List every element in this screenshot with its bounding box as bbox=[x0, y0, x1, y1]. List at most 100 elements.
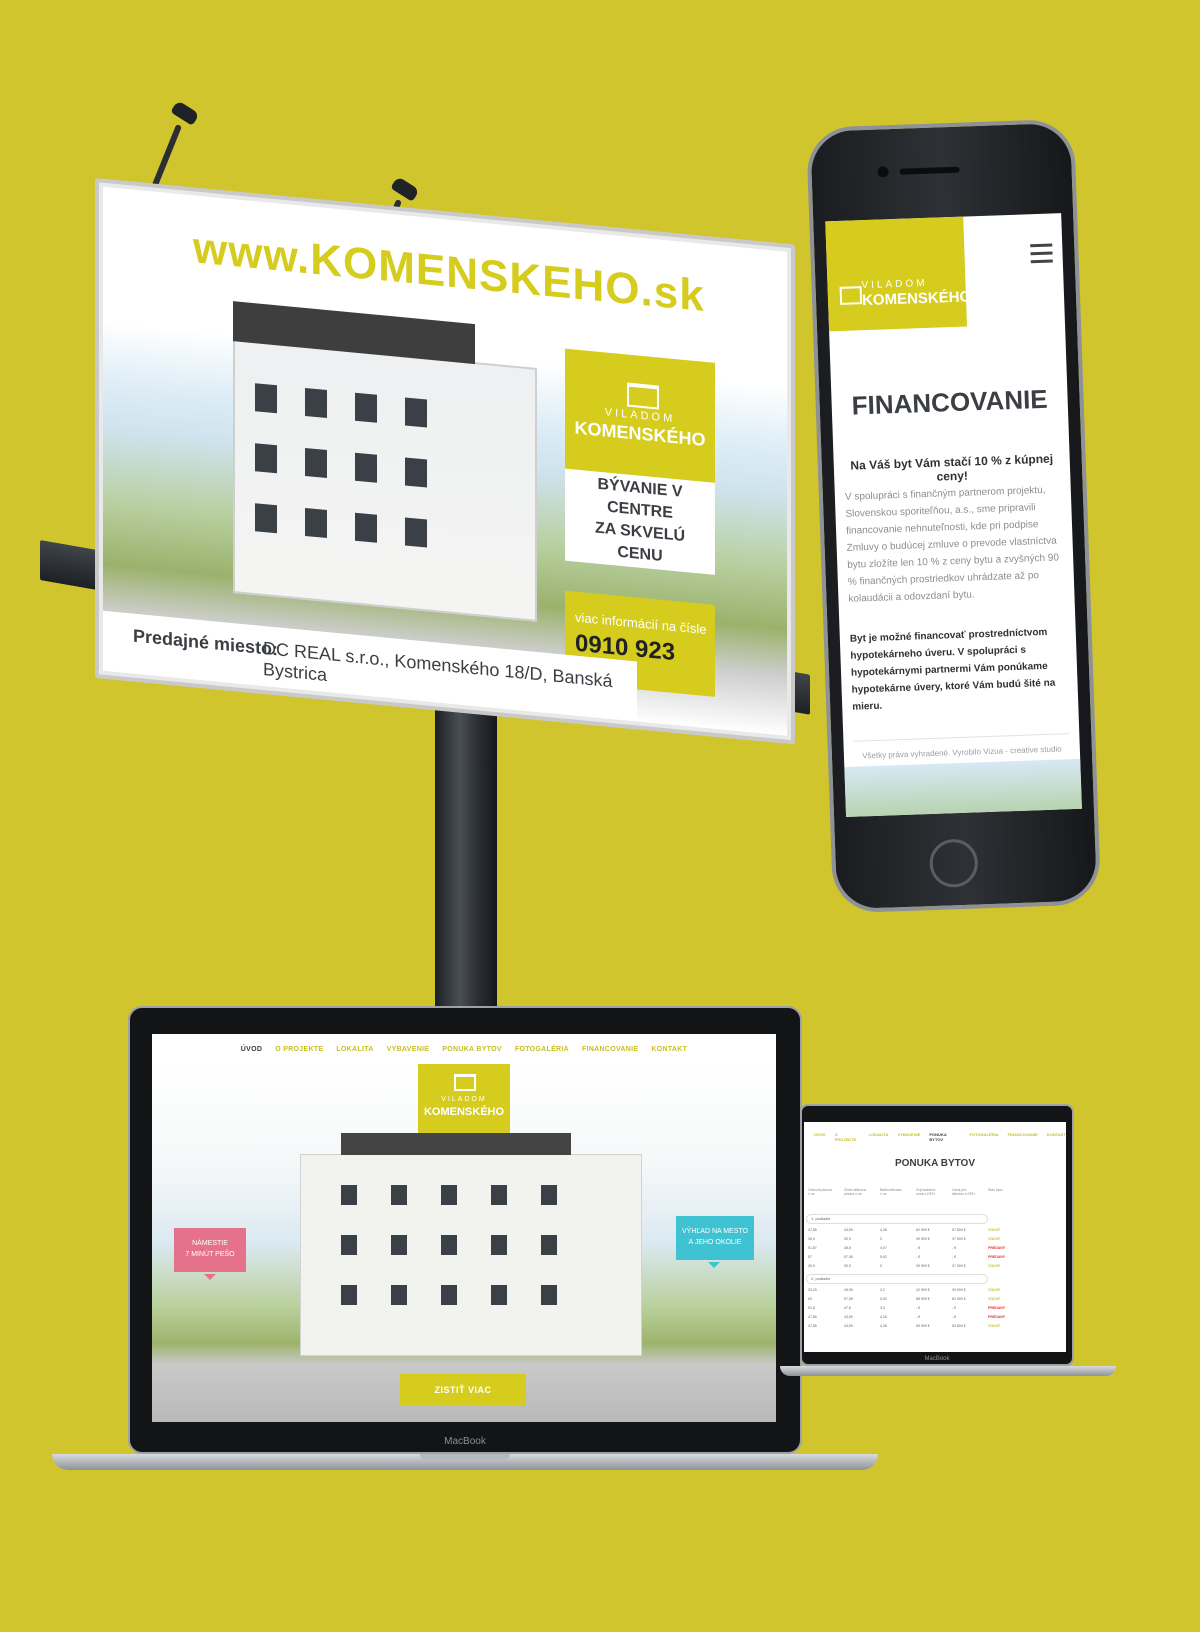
table-cell: 57 800 € bbox=[952, 1228, 966, 1232]
table-cell: 0 bbox=[880, 1237, 882, 1241]
table-cell: 26,99 bbox=[844, 1288, 853, 1292]
billboard: www.KOMENSKEHO.sk VILADOM KOMENSKÉHO BÝV… bbox=[0, 0, 820, 1030]
financing-paragraph-1: V spolupráci s finančným partnerom proje… bbox=[844, 484, 1060, 605]
table-cell: 65 900 € bbox=[916, 1324, 930, 1328]
pin-left-line2: 7 MINÚT PEŠO bbox=[185, 1251, 235, 1258]
nav-item-o-projekte[interactable]: O PROJEKTE bbox=[835, 1132, 860, 1142]
nav-item-ponuka-bytov[interactable]: PONUKA BYTOV bbox=[929, 1132, 960, 1142]
table-cell: - € bbox=[916, 1306, 921, 1310]
find-out-more-button[interactable]: ZISTIŤ VIAC bbox=[400, 1374, 526, 1406]
column-header: Zvýhodnená cena s DPH bbox=[916, 1188, 936, 1196]
billboard-logo: VILADOM KOMENSKÉHO bbox=[565, 348, 715, 483]
table-cell: 47,8 bbox=[844, 1306, 851, 1310]
lamp-icon bbox=[170, 100, 200, 126]
billboard-sales-strip: Predajné miesto: DC REAL s.r.o., Komensk… bbox=[103, 610, 637, 722]
logo-bottom-text: KOMENSKÉHO bbox=[861, 288, 972, 310]
macbook-large-notch bbox=[420, 1454, 510, 1460]
table-header: Celková plocha v m² Čistá úžitková ploch… bbox=[808, 1188, 1012, 1196]
nav-item-fotogaleria[interactable]: FOTOGALÉRIA bbox=[515, 1046, 569, 1053]
table-cell: 57 bbox=[808, 1255, 812, 1259]
macbook-large-screen: ÚVOD O PROJEKTE LOKALITA VYBAVENIE PONUK… bbox=[152, 1034, 776, 1422]
table-cell: 42 900 € bbox=[916, 1288, 930, 1292]
hamburger-icon[interactable] bbox=[1030, 243, 1053, 268]
column-header: Stav bytu bbox=[988, 1188, 1003, 1192]
table-cell: 43,59 bbox=[844, 1324, 853, 1328]
billboard-tagline: BÝVANIE V CENTRE ZA SKVELÚ CENU bbox=[565, 468, 715, 575]
floor-group[interactable]: 1. podlažie bbox=[806, 1214, 988, 1224]
table-cell: 30,9 bbox=[844, 1237, 851, 1241]
table-cell: 3,3 bbox=[880, 1306, 885, 1310]
table-cell: 39 900 € bbox=[916, 1264, 930, 1268]
info-pin-square[interactable]: NÁMESTIE 7 MINÚT PEŠO bbox=[174, 1228, 246, 1280]
house-icon bbox=[454, 1074, 476, 1091]
phone-logo[interactable]: VILADOM KOMENSKÉHO bbox=[825, 216, 971, 332]
page-title: FINANCOVANIE bbox=[851, 383, 1049, 421]
table-cell: 4,26 bbox=[880, 1315, 887, 1319]
nav-item-vybavenie[interactable]: VYBAVENIE bbox=[387, 1046, 430, 1053]
status-badge: VOĽNÝ bbox=[988, 1288, 1001, 1292]
small-nav: ÚVOD O PROJEKTE LOKALITA VYBAVENIE PONUK… bbox=[814, 1132, 1066, 1142]
table-row: 51,87 48,8 4,07 - € - € PREDANÝ bbox=[808, 1246, 1012, 1250]
table-cell: 30,9 bbox=[844, 1264, 851, 1268]
macbook-large-brand: MacBook bbox=[444, 1436, 486, 1447]
status-badge: VOĽNÝ bbox=[988, 1237, 1001, 1241]
table-cell: 57,08 bbox=[844, 1297, 853, 1301]
column-header: Čistá úžitková plocha v m² bbox=[844, 1188, 866, 1196]
status-badge: VOĽNÝ bbox=[988, 1264, 1001, 1268]
table-cell: 37 900 € bbox=[952, 1237, 966, 1241]
main-nav: ÚVOD O PROJEKTE LOKALITA VYBAVENIE PONUK… bbox=[152, 1034, 776, 1064]
billboard-panel: www.KOMENSKEHO.sk VILADOM KOMENSKÉHO BÝV… bbox=[95, 178, 795, 745]
home-button[interactable] bbox=[928, 838, 979, 889]
nav-item-ponuka-bytov[interactable]: PONUKA BYTOV bbox=[442, 1046, 502, 1053]
pin-right-line2: A JEHO OKOLIE bbox=[688, 1239, 742, 1246]
table-cell: 47,85 bbox=[808, 1315, 817, 1319]
nav-item-vybavenie[interactable]: VYBAVENIE bbox=[898, 1132, 921, 1142]
status-badge: VOĽNÝ bbox=[988, 1324, 1001, 1328]
status-badge: PREDANÝ bbox=[988, 1255, 1006, 1259]
speaker-grille bbox=[899, 166, 960, 175]
table-cell: 57,08 bbox=[844, 1255, 853, 1259]
table-cell: 47,85 bbox=[808, 1228, 817, 1232]
nav-item-o-projekte[interactable]: O PROJEKTE bbox=[275, 1046, 323, 1053]
table-cell: 63 bbox=[808, 1297, 812, 1301]
table-row: 30,9 30,9 0 39 900 € 37 900 € VOĽNÝ bbox=[808, 1237, 1012, 1241]
house-icon bbox=[839, 286, 863, 305]
logo-bottom-text: KOMENSKÉHO bbox=[423, 1106, 505, 1118]
table-cell: 47,85 bbox=[808, 1324, 817, 1328]
footer-image bbox=[844, 758, 1082, 818]
page-title: PONUKA BYTOV bbox=[894, 1158, 975, 1169]
info-pin-view[interactable]: VÝHĽAD NA MESTO A JEHO OKOLIE bbox=[676, 1216, 754, 1268]
site-logo[interactable]: VILADOM KOMENSKÉHO bbox=[418, 1064, 510, 1136]
table-row: 51,8 47,8 3,3 - € - € PREDANÝ bbox=[808, 1306, 1012, 1310]
status-badge: PREDANÝ bbox=[988, 1306, 1006, 1310]
nav-item-uvod[interactable]: ÚVOD bbox=[814, 1132, 826, 1142]
macbook-small-base bbox=[780, 1366, 1116, 1376]
column-header: Cena pre klientov s DPH bbox=[952, 1188, 975, 1196]
hero-section: VILADOM KOMENSKÉHO NÁMESTIE 7 MINÚT PEŠO… bbox=[152, 1064, 776, 1422]
table-row: 57 57,08 5,92 - € - € PREDANÝ bbox=[808, 1255, 1012, 1259]
floor-group[interactable]: 2. podlažie bbox=[806, 1274, 988, 1284]
nav-item-uvod[interactable]: ÚVOD bbox=[241, 1046, 262, 1053]
nav-item-kontakt[interactable]: KONTAKT bbox=[1047, 1132, 1066, 1142]
table-cell: 4,26 bbox=[880, 1324, 887, 1328]
nav-item-kontakt[interactable]: KONTAKT bbox=[651, 1046, 687, 1053]
financing-paragraph-2: Byt je možné financovať prostredníctvom … bbox=[849, 626, 1056, 713]
nav-item-fotogaleria[interactable]: FOTOGALÉRIA bbox=[970, 1132, 999, 1142]
table-cell: 39 900 € bbox=[916, 1237, 930, 1241]
iphone: VILADOM KOMENSKÉHO FINANCOVANIE Na Váš b… bbox=[806, 118, 1102, 914]
logo-top-text: VILADOM bbox=[441, 1096, 487, 1103]
nav-item-lokalita[interactable]: LOKALITA bbox=[869, 1132, 889, 1142]
table-cell: 37 900 € bbox=[952, 1264, 966, 1268]
macbook-small-brand: MacBook bbox=[924, 1356, 950, 1362]
table-row: 33,29 26,99 2,2 42 900 € 39 900 € VOĽNÝ bbox=[808, 1288, 1012, 1292]
nav-item-lokalita[interactable]: LOKALITA bbox=[336, 1046, 373, 1053]
nav-item-financovanie[interactable]: FINANCOVANIE bbox=[582, 1046, 638, 1053]
macbook-small-screen: ÚVOD O PROJEKTE LOKALITA VYBAVENIE PONUK… bbox=[804, 1122, 1066, 1352]
table-cell: 39 900 € bbox=[952, 1288, 966, 1292]
table-cell: 5,92 bbox=[880, 1255, 887, 1259]
table-cell: 33,29 bbox=[808, 1288, 817, 1292]
table-cell: 5,92 bbox=[880, 1297, 887, 1301]
table-cell: 48,8 bbox=[844, 1246, 851, 1250]
table-cell: - € bbox=[952, 1255, 957, 1259]
nav-item-financovanie[interactable]: FINANCOVANIE bbox=[1008, 1132, 1038, 1142]
